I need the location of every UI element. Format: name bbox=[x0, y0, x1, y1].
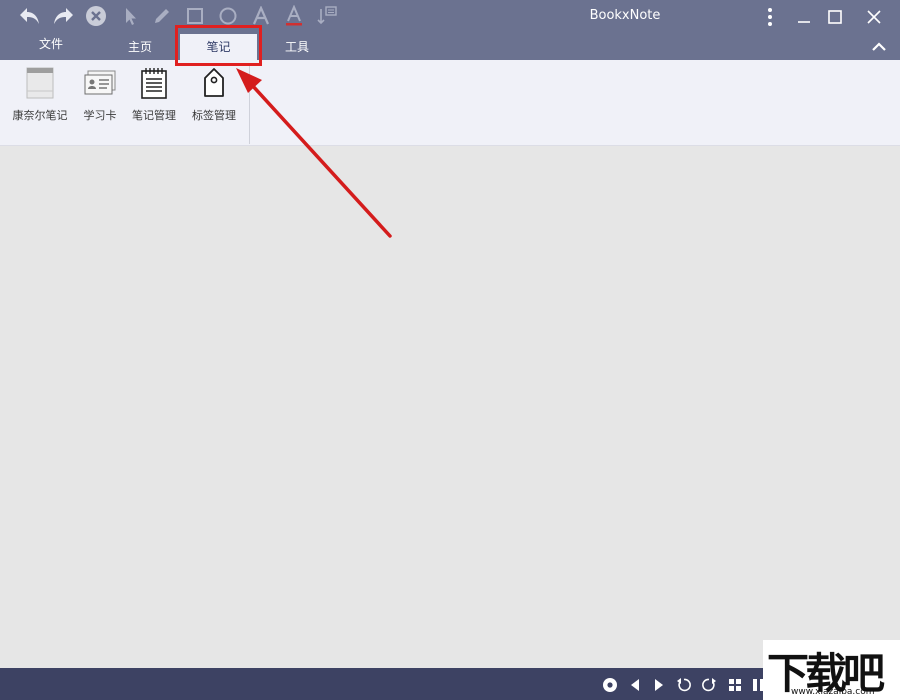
close-icon[interactable] bbox=[859, 4, 889, 30]
settings-icon[interactable] bbox=[601, 676, 619, 694]
insert-note-icon[interactable] bbox=[314, 4, 340, 28]
tag-manage-icon bbox=[197, 66, 231, 100]
grid-view-icon[interactable] bbox=[726, 676, 744, 694]
undo-icon[interactable] bbox=[17, 4, 43, 28]
document-workspace[interactable] bbox=[0, 146, 900, 668]
next-page-icon[interactable] bbox=[650, 676, 668, 694]
pen-icon[interactable] bbox=[149, 4, 175, 28]
note-manage-label: 笔记管理 bbox=[132, 109, 176, 122]
note-manage-icon bbox=[137, 66, 171, 100]
tab-notes[interactable]: 笔记 bbox=[180, 34, 257, 60]
title-bar: BookxNote bbox=[0, 0, 900, 34]
tab-home[interactable]: 主页 bbox=[113, 34, 167, 60]
rotate-right-icon[interactable] bbox=[700, 676, 718, 694]
tag-manage-label: 标签管理 bbox=[192, 109, 236, 122]
tab-file[interactable]: 文件 bbox=[24, 31, 78, 57]
more-icon[interactable] bbox=[755, 4, 785, 30]
maximize-icon[interactable] bbox=[820, 4, 850, 30]
rotate-left-icon[interactable] bbox=[675, 676, 693, 694]
note-manage-button[interactable]: 笔记管理 bbox=[127, 66, 181, 142]
ribbon-separator bbox=[249, 64, 250, 144]
watermark-logo: 下载吧 www.xiazaiba.com bbox=[763, 640, 900, 700]
circle-icon[interactable] bbox=[215, 4, 241, 28]
minimize-icon[interactable] bbox=[789, 4, 819, 30]
rectangle-icon[interactable] bbox=[182, 4, 208, 28]
study-card-icon bbox=[83, 66, 117, 100]
prev-page-icon[interactable] bbox=[626, 676, 644, 694]
ribbon-panel: 康奈尔笔记 学习卡 笔记管理 标签管理 bbox=[0, 60, 900, 146]
watermark-url-text: www.xiazaiba.com bbox=[791, 687, 875, 697]
cornell-note-icon bbox=[23, 66, 57, 100]
collapse-ribbon-icon[interactable] bbox=[868, 36, 890, 58]
study-card-button[interactable]: 学习卡 bbox=[78, 66, 122, 142]
pointer-icon[interactable] bbox=[117, 4, 143, 28]
tab-bar: 文件 主页 笔记 工具 bbox=[0, 34, 900, 60]
cornell-note-button[interactable]: 康奈尔笔记 bbox=[8, 66, 72, 142]
cornell-note-label: 康奈尔笔记 bbox=[12, 109, 68, 122]
redo-icon[interactable] bbox=[50, 4, 76, 28]
close-circle-icon[interactable] bbox=[83, 4, 109, 28]
tab-tools[interactable]: 工具 bbox=[270, 34, 324, 60]
tag-manage-button[interactable]: 标签管理 bbox=[187, 66, 241, 142]
study-card-label: 学习卡 bbox=[83, 109, 117, 122]
text-icon[interactable] bbox=[248, 4, 274, 28]
text-color-icon[interactable] bbox=[281, 4, 307, 28]
app-title: BookxNote bbox=[589, 8, 661, 23]
